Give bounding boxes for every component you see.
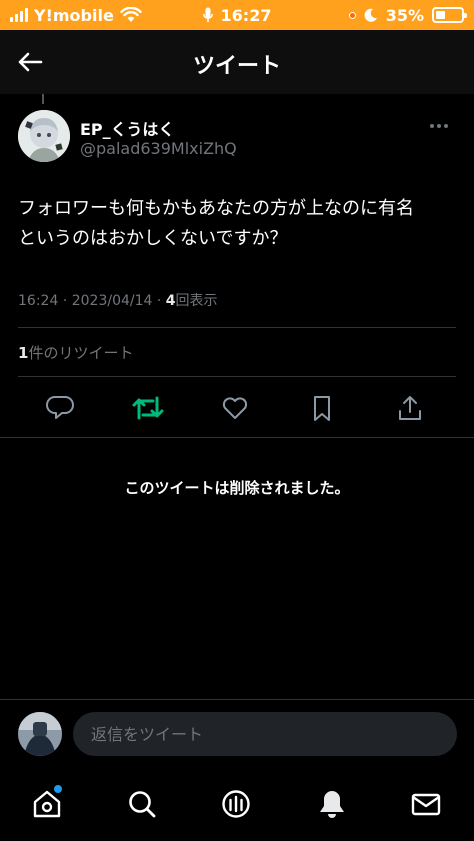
divider — [18, 376, 456, 377]
author-avatar[interactable] — [18, 110, 70, 162]
author-handle[interactable]: @palad639MlxiZhQ — [80, 139, 237, 158]
tweet-meta: 16:24 · 2023/04/14 · 4回表示 — [18, 290, 218, 310]
retweet-count-link[interactable]: 1件のリツイート — [18, 342, 133, 363]
tweet-date[interactable]: 2023/04/14 — [72, 293, 153, 309]
tab-messages[interactable] — [408, 786, 444, 822]
page-title: ツイート — [192, 54, 281, 79]
tab-notifications[interactable] — [314, 786, 350, 822]
envelope-icon — [411, 793, 441, 816]
retweet-icon — [132, 396, 164, 420]
tab-spaces[interactable] — [218, 786, 254, 822]
tweet-action-bar — [0, 388, 474, 428]
battery-icon — [432, 7, 467, 23]
avatar-image — [18, 712, 62, 756]
tweet-text: フォロワーも何もかもあなたの方が上なのに有名 というのはおかしくないですか？ — [18, 198, 414, 249]
more-options-button[interactable] — [430, 118, 456, 134]
views-count: 4 — [165, 293, 176, 309]
bookmark-button[interactable] — [302, 388, 342, 428]
meta-separator: · — [156, 293, 162, 309]
retweets-label: 件のリツイート — [28, 344, 134, 362]
battery-percent: 35% — [385, 5, 424, 25]
status-right: 35% — [348, 0, 467, 30]
retweets-count: 1 — [18, 344, 29, 362]
author-display-name[interactable]: EP_くうはく — [80, 116, 174, 140]
reply-input[interactable] — [73, 712, 457, 756]
more-dot-icon — [437, 124, 441, 128]
divider — [0, 437, 474, 438]
bell-icon — [320, 791, 344, 818]
recording-indicator-icon — [348, 11, 356, 19]
new-content-dot — [54, 785, 62, 793]
tab-search[interactable] — [124, 786, 160, 822]
like-button[interactable] — [215, 388, 255, 428]
heart-icon — [222, 397, 248, 419]
thread-connector-line — [42, 94, 44, 104]
more-dot-icon — [430, 124, 434, 128]
tweet-time[interactable]: 16:24 — [18, 293, 58, 309]
reply-icon — [46, 396, 74, 419]
more-dot-icon — [444, 124, 448, 128]
moon-icon — [364, 8, 377, 22]
meta-separator: · — [62, 293, 68, 309]
status-bar: Y!mobile 16:27 35% — [0, 0, 474, 30]
bottom-tab-bar — [0, 770, 474, 841]
search-icon — [129, 791, 156, 818]
tab-home[interactable] — [29, 785, 65, 822]
my-avatar[interactable] — [18, 712, 62, 756]
microphone-icon — [202, 7, 213, 22]
divider — [18, 327, 456, 328]
bookmark-icon — [314, 396, 330, 421]
clock: 16:27 — [220, 5, 272, 25]
share-button[interactable] — [390, 388, 430, 428]
top-navigation-bar: ツイート — [0, 30, 474, 94]
retweet-button[interactable] — [128, 388, 168, 428]
reply-button[interactable] — [41, 388, 81, 428]
share-icon — [399, 396, 421, 420]
spaces-icon — [222, 790, 250, 818]
deleted-tweet-notice: このツイートは削除されました。 — [124, 479, 350, 497]
views-label: 回表示 — [175, 293, 218, 309]
divider — [0, 699, 474, 700]
avatar-image — [18, 110, 70, 162]
